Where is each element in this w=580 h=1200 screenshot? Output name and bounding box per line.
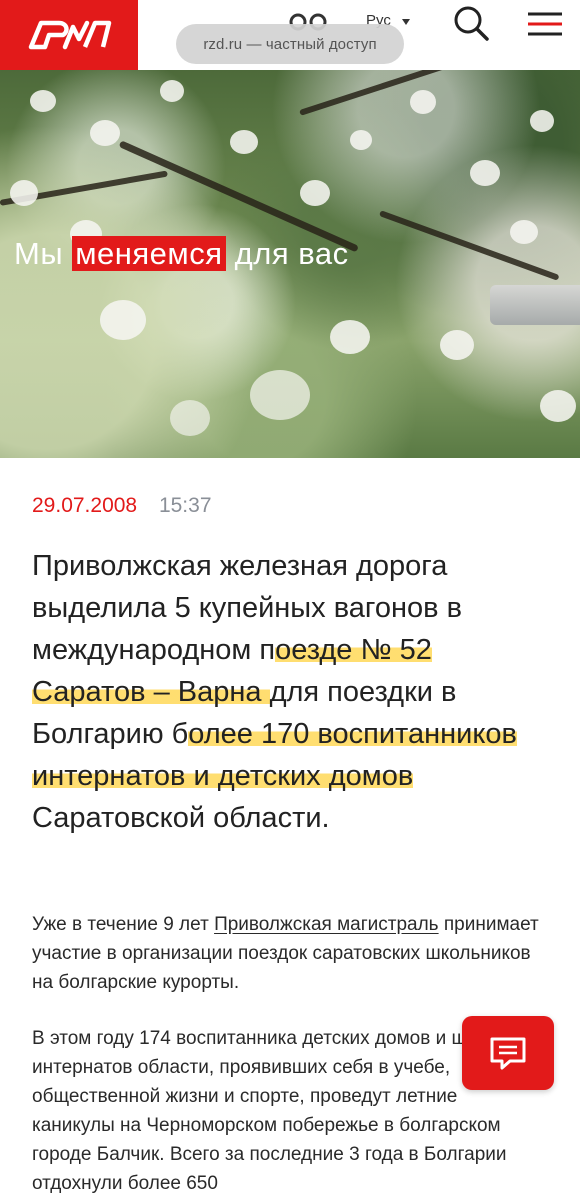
blossom xyxy=(530,110,554,132)
hero-banner: Мы меняемся для вас xyxy=(0,70,580,458)
blossom xyxy=(170,400,210,436)
blossom xyxy=(440,330,474,360)
article-meta: 29.07.2008 15:37 xyxy=(32,494,212,518)
blossom xyxy=(300,180,330,206)
hero-title: Мы меняемся для вас xyxy=(14,236,349,271)
blossom xyxy=(410,90,436,114)
blossom xyxy=(160,80,184,102)
rzd-logo-mark xyxy=(28,20,112,50)
train-image xyxy=(490,285,580,325)
chat-button[interactable] xyxy=(462,1016,554,1090)
article-date: 29.07.2008 xyxy=(32,494,138,517)
article-time: 15:37 xyxy=(158,494,212,517)
blossom xyxy=(350,130,372,150)
blossom xyxy=(30,90,56,112)
browser-url-pill[interactable]: rzd.ru — частный доступ xyxy=(176,24,404,64)
article-lead: Приволжская железная дорога выделила 5 к… xyxy=(32,550,517,834)
blossom xyxy=(90,120,120,146)
menu-icon[interactable] xyxy=(526,10,564,38)
branch-shape xyxy=(378,210,560,281)
chevron-down-icon xyxy=(402,19,410,25)
blossom xyxy=(100,300,146,340)
chat-icon xyxy=(490,1037,526,1070)
privolzhskaya-link[interactable]: Приволжская магистраль xyxy=(214,914,439,935)
search-icon[interactable] xyxy=(452,4,490,42)
blossom xyxy=(470,160,500,186)
blossom xyxy=(330,320,370,354)
blossom xyxy=(540,390,576,422)
blossom xyxy=(10,180,38,206)
blossom xyxy=(250,370,310,420)
blossom xyxy=(230,130,258,154)
blossom xyxy=(510,220,538,244)
hero-title-highlight: меняемся xyxy=(72,236,226,271)
branch-shape xyxy=(299,70,492,116)
article-paragraph: Уже в течение 9 лет Приволжская магистра… xyxy=(32,914,539,993)
rzd-logo[interactable] xyxy=(0,0,138,70)
